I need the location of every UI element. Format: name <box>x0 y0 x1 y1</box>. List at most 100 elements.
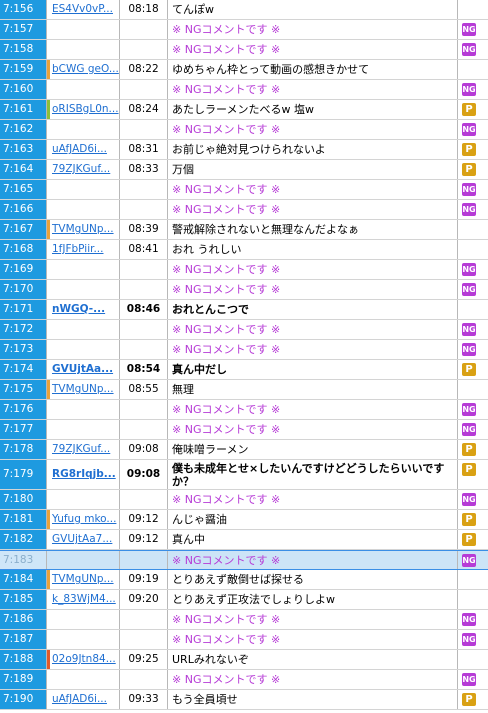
comment-text: 真ん中 <box>168 530 458 549</box>
comment-row[interactable]: 7:158 ※ NGコメントです ※ NG <box>0 40 488 60</box>
comment-row[interactable]: 7:179 RG8rIqjb... 09:08 僕も未成年とせ×したいんですけどどうし… <box>0 460 488 490</box>
comment-row[interactable]: 7:188 02o9Jtn84... 09:25 URLみれないぞ <box>0 650 488 670</box>
comment-row[interactable]: 7:187 ※ NGコメントです ※ NG <box>0 630 488 650</box>
comment-text: 真ん中だし <box>168 360 458 379</box>
user-id-link <box>50 280 120 299</box>
comment-row[interactable]: 7:166 ※ NGコメントです ※ NG <box>0 200 488 220</box>
user-id-link[interactable]: Yufug mko... <box>50 510 120 529</box>
comment-row[interactable]: 7:162 ※ NGコメントです ※ NG <box>0 120 488 140</box>
comment-row[interactable]: 7:190 uAfJAD6i... 09:33 もう全員頃せ P <box>0 690 488 710</box>
comment-row[interactable]: 7:156 ES4Vv0vP... 08:18 てんぽw <box>0 0 488 20</box>
comment-time <box>120 280 168 299</box>
premium-badge-icon: P <box>462 143 476 156</box>
ng-badge-icon: NG <box>462 263 476 276</box>
comment-row[interactable]: 7:173 ※ NGコメントです ※ NG <box>0 340 488 360</box>
comment-number: 7:164 <box>0 160 47 179</box>
ng-comment-text: ※ NGコメントです ※ <box>168 420 458 439</box>
comment-time <box>120 20 168 39</box>
user-id-link[interactable]: oRISBgL0n... <box>50 100 120 119</box>
comment-row[interactable]: 7:164 79ZJKGuf... 08:33 万個 P <box>0 160 488 180</box>
user-id-link[interactable]: 1fJFbPiir... <box>50 240 120 259</box>
ng-badge-icon: NG <box>462 554 476 567</box>
comment-row[interactable]: 7:165 ※ NGコメントです ※ NG <box>0 180 488 200</box>
comment-row[interactable]: 7:168 1fJFbPiir... 08:41 おれ うれしい <box>0 240 488 260</box>
comment-row[interactable]: 7:157 ※ NGコメントです ※ NG <box>0 20 488 40</box>
user-id-link[interactable]: RG8rIqjb... <box>50 460 120 489</box>
comment-number: 7:162 <box>0 120 47 139</box>
ng-comment-text: ※ NGコメントです ※ <box>168 40 458 59</box>
comment-row[interactable]: 7:184 TVMgUNp... 09:19 とりあえず敵倒せば探せる <box>0 570 488 590</box>
comment-row[interactable]: 7:159 bCWG geO... 08:22 ゆめちゃん枠とって動画の感想きかせて <box>0 60 488 80</box>
ng-badge-icon: NG <box>462 343 476 356</box>
comment-row[interactable]: 7:161 oRISBgL0n... 08:24 あたしラーメンたべるw 塩w P <box>0 100 488 120</box>
comment-number: 7:170 <box>0 280 47 299</box>
comment-text: 僕も未成年とせ×したいんですけどどうしたらいいですか？ <box>168 460 458 489</box>
comment-text: 警戒解除されないと無理なんだよなぁ <box>168 220 458 239</box>
comment-row[interactable]: 7:160 ※ NGコメントです ※ NG <box>0 80 488 100</box>
badge-cell: NG <box>458 200 488 219</box>
user-id-link[interactable]: 02o9Jtn84... <box>50 650 120 669</box>
badge-cell: P <box>458 360 488 379</box>
comment-row[interactable]: 7:185 k_83WjM4... 09:20 とりあえず正攻法でしょりしよw <box>0 590 488 610</box>
comment-row[interactable]: 7:186 ※ NGコメントです ※ NG <box>0 610 488 630</box>
user-id-link[interactable]: nWGQ-... <box>50 300 120 319</box>
comment-row[interactable]: 7:177 ※ NGコメントです ※ NG <box>0 420 488 440</box>
user-id-link[interactable]: k_83WjM4... <box>50 590 120 609</box>
premium-badge-icon: P <box>462 513 476 526</box>
comment-row[interactable]: 7:171 nWGQ-... 08:46 おれとんこつで <box>0 300 488 320</box>
comment-time: 08:18 <box>120 0 168 19</box>
comment-number: 7:159 <box>0 60 47 79</box>
comment-number: 7:163 <box>0 140 47 159</box>
badge-cell: NG <box>458 120 488 139</box>
ng-comment-text: ※ NGコメントです ※ <box>168 630 458 649</box>
comment-row[interactable]: 7:175 TVMgUNp... 08:55 無理 <box>0 380 488 400</box>
user-id-link[interactable]: bCWG geO... <box>50 60 120 79</box>
comment-row[interactable]: 7:178 79ZJKGuf... 09:08 俺味噌ラーメン P <box>0 440 488 460</box>
user-id-link[interactable]: uAfJAD6i... <box>50 140 120 159</box>
comment-time <box>120 610 168 629</box>
user-id-link[interactable]: GVUjtAa7... <box>50 530 120 549</box>
comment-number: 7:165 <box>0 180 47 199</box>
user-id-link[interactable]: GVUjtAa... <box>50 360 120 379</box>
comment-row[interactable]: 7:167 TVMgUNp... 08:39 警戒解除されないと無理なんだよなぁ <box>0 220 488 240</box>
comment-row[interactable]: 7:174 GVUjtAa... 08:54 真ん中だし P <box>0 360 488 380</box>
comment-time: 08:24 <box>120 100 168 119</box>
user-id-link[interactable]: 79ZJKGuf... <box>50 440 120 459</box>
comment-text: お前じゃ絶対見つけられないよ <box>168 140 458 159</box>
comment-time <box>120 80 168 99</box>
comment-text: んじゃ醤油 <box>168 510 458 529</box>
ng-comment-text: ※ NGコメントです ※ <box>168 670 458 689</box>
ng-comment-text: ※ NGコメントです ※ <box>168 200 458 219</box>
comment-row[interactable]: 7:163 uAfJAD6i... 08:31 お前じゃ絶対見つけられないよ P <box>0 140 488 160</box>
comment-row[interactable]: 7:180 ※ NGコメントです ※ NG <box>0 490 488 510</box>
ng-comment-text: ※ NGコメントです ※ <box>168 490 458 509</box>
comment-time: 08:54 <box>120 360 168 379</box>
user-id-link[interactable]: TVMgUNp... <box>50 570 120 589</box>
comment-row[interactable]: 7:182 GVUjtAa7... 09:12 真ん中 P <box>0 530 488 550</box>
user-id-link[interactable]: TVMgUNp... <box>50 220 120 239</box>
comment-row[interactable]: 7:172 ※ NGコメントです ※ NG <box>0 320 488 340</box>
user-id-link <box>50 320 120 339</box>
comment-time <box>120 200 168 219</box>
comment-text: URLみれないぞ <box>168 650 458 669</box>
comment-number: 7:185 <box>0 590 47 609</box>
comment-row[interactable]: 7:181 Yufug mko... 09:12 んじゃ醤油 P <box>0 510 488 530</box>
comment-row[interactable]: 7:183 ※ NGコメントです ※ NG <box>0 550 488 570</box>
user-id-link <box>50 340 120 359</box>
user-id-link[interactable]: 79ZJKGuf... <box>50 160 120 179</box>
badge-cell: P <box>458 440 488 459</box>
badge-cell: NG <box>458 20 488 39</box>
user-id-link[interactable]: TVMgUNp... <box>50 380 120 399</box>
comment-row[interactable]: 7:170 ※ NGコメントです ※ NG <box>0 280 488 300</box>
comment-row[interactable]: 7:169 ※ NGコメントです ※ NG <box>0 260 488 280</box>
comment-row[interactable]: 7:189 ※ NGコメントです ※ NG <box>0 670 488 690</box>
ng-comment-text: ※ NGコメントです ※ <box>168 120 458 139</box>
comment-number: 7:168 <box>0 240 47 259</box>
ng-badge-icon: NG <box>462 633 476 646</box>
badge-cell: NG <box>458 490 488 509</box>
user-id-link[interactable]: uAfJAD6i... <box>50 690 120 709</box>
user-id-link[interactable]: ES4Vv0vP... <box>50 0 120 19</box>
premium-badge-icon: P <box>462 363 476 376</box>
comment-list[interactable]: 7:156 ES4Vv0vP... 08:18 てんぽw 7:157 ※ NGコメントです… <box>0 0 488 713</box>
comment-row[interactable]: 7:176 ※ NGコメントです ※ NG <box>0 400 488 420</box>
